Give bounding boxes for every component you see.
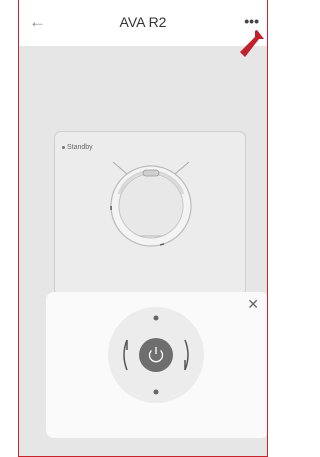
- status-dot-icon: [62, 145, 65, 149]
- annotation-arrow-icon: [240, 30, 264, 57]
- backward-icon[interactable]: [153, 389, 159, 395]
- close-icon[interactable]: ✕: [247, 296, 259, 313]
- status-text: Standby: [67, 144, 93, 151]
- top-bar: ← AVA R2 •••: [19, 0, 267, 46]
- page-title: AVA R2: [119, 14, 167, 30]
- more-options-icon[interactable]: •••: [244, 13, 259, 29]
- direction-pad: [108, 307, 204, 403]
- forward-icon[interactable]: [153, 315, 159, 321]
- robot-vacuum-icon: [110, 161, 192, 247]
- remote-control-panel: ✕: [46, 292, 267, 438]
- app-screen: ← AVA R2 ••• Standby ✕: [18, 0, 268, 457]
- status-label: Standby: [62, 144, 93, 151]
- power-button[interactable]: [139, 338, 173, 372]
- robot-card[interactable]: Standby: [54, 131, 246, 296]
